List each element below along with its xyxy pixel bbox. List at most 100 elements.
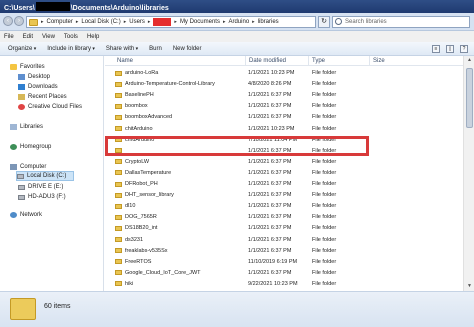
new-folder-button[interactable]: New folder	[173, 46, 202, 52]
refresh-icon[interactable]: ↻	[318, 16, 330, 28]
file-type: File folder	[312, 280, 337, 287]
nav-local-disk[interactable]: Local Disk (C:)	[16, 171, 74, 181]
menu-view[interactable]: View	[42, 34, 55, 40]
nav-desktop[interactable]: Desktop	[18, 72, 50, 82]
menu-edit[interactable]: Edit	[23, 34, 33, 40]
file-type: File folder	[312, 247, 337, 254]
menu-help[interactable]: Help	[87, 34, 99, 40]
column-header-size[interactable]: Size	[373, 58, 385, 64]
share-with-button[interactable]: Share with	[106, 46, 138, 52]
column-header-type[interactable]: Type	[312, 58, 325, 64]
file-type: File folder	[312, 125, 337, 132]
file-row[interactable]: boomboxAdvanced 1/1/2021 6:37 PM File fold…	[105, 112, 463, 123]
burn-button[interactable]: Burn	[149, 46, 162, 52]
file-row[interactable]: chitArduino 1/1/2021 10:23 PM File folder	[105, 124, 463, 135]
nav-hd-adu3[interactable]: HD-ADU3 (F:)	[18, 192, 66, 202]
include-in-library-button[interactable]: Include in library	[47, 46, 95, 52]
file-type: File folder	[312, 192, 337, 199]
breadcrumb-users[interactable]: Users	[129, 19, 145, 25]
preview-pane-icon[interactable]: ▯	[446, 45, 454, 53]
file-type: File folder	[312, 158, 337, 165]
file-name: ds3231	[125, 236, 144, 243]
breadcrumb-local-disk[interactable]: Local Disk (C:)	[81, 19, 120, 25]
file-type: File folder	[312, 269, 337, 276]
drive-icon	[18, 184, 25, 190]
file-row[interactable]: DS18B20_int 1/1/2021 6:37 PM File folder	[105, 223, 463, 234]
column-divider[interactable]	[245, 56, 246, 66]
file-name-cell: FreeRTOS	[115, 259, 151, 265]
file-date: 4/8/2020 8:26 PM	[248, 81, 292, 88]
nav-creative-cloud-label: Creative Cloud Files	[28, 104, 83, 110]
file-type: File folder	[312, 103, 337, 110]
scroll-up-icon[interactable]: ▲	[466, 57, 473, 64]
menu-file[interactable]: File	[4, 34, 14, 40]
nav-downloads[interactable]: Downloads	[18, 82, 58, 92]
file-name-cell: Arduino-Temperature-Control-Library	[115, 81, 215, 87]
column-divider[interactable]	[308, 56, 309, 66]
file-row[interactable]: Google_Cloud_IoT_Core_JWT 1/1/2021 6:37 P…	[105, 268, 463, 279]
breadcrumb-computer[interactable]: Computer	[47, 19, 73, 25]
nav-downloads-label: Downloads	[28, 84, 58, 90]
file-date: 1/1/2021 10:23 PM	[248, 70, 295, 76]
help-icon[interactable]: ?	[460, 45, 468, 53]
file-date: 1/1/2021 6:37 PM	[248, 92, 292, 99]
back-button[interactable]: ‹	[3, 16, 13, 26]
file-date: 1/1/2021 6:37 PM	[248, 103, 292, 110]
scroll-down-icon[interactable]: ▼	[466, 283, 473, 290]
folder-icon	[115, 181, 122, 187]
column-header-date[interactable]: Date modified	[249, 58, 286, 64]
redacted-username-crumb[interactable]	[153, 18, 172, 26]
menu-tools[interactable]: Tools	[64, 34, 78, 40]
file-name: boombox	[125, 103, 148, 110]
nav-drive-e[interactable]: DRIVE E (E:)	[18, 182, 63, 192]
file-row[interactable]: dl10 1/1/2021 6:37 PM File folder	[105, 201, 463, 212]
nav-network-label: Network	[20, 212, 43, 218]
nav-homegroup[interactable]: Homegroup	[10, 142, 51, 152]
address-bar[interactable]: ▸ Computer ▸ Local Disk (C:) ▸ Users ▸ ▸…	[26, 16, 316, 28]
column-header-name[interactable]: Name	[117, 58, 133, 64]
highlight-box-annotation	[105, 136, 369, 156]
nav-libraries[interactable]: Libraries	[10, 122, 43, 132]
recent-places-icon	[18, 94, 25, 100]
file-date: 1/1/2021 6:37 PM	[248, 203, 292, 210]
file-row[interactable]: ds3231 1/1/2021 6:37 PM File folder	[105, 235, 463, 246]
file-row[interactable]: Arduino-Temperature-Control-Library 4/8/2…	[105, 79, 463, 90]
file-date: 1/1/2021 6:37 PM	[248, 192, 292, 199]
search-placeholder: Search libraries	[345, 19, 387, 25]
file-name-cell: chitArduino	[115, 126, 153, 132]
breadcrumb-arduino[interactable]: Arduino	[228, 19, 249, 25]
scrollbar-thumb[interactable]	[466, 68, 473, 128]
file-date: 11/10/2019 6:19 PM	[248, 258, 298, 265]
file-name-cell: boomboxAdvanced	[115, 114, 172, 120]
nav-favorites[interactable]: Favorites	[10, 62, 45, 72]
breadcrumb-libraries[interactable]: libraries	[258, 19, 279, 25]
nav-recent-places[interactable]: Recent Places	[18, 92, 67, 102]
column-divider[interactable]	[369, 56, 370, 66]
file-date: 9/22/2021 10:23 PM	[248, 280, 298, 287]
file-row[interactable]: FreeRTOS 11/10/2019 6:19 PM File folder	[105, 257, 463, 268]
forward-button[interactable]: ›	[14, 16, 24, 26]
view-options-icon[interactable]: ≡	[432, 45, 440, 53]
file-row[interactable]: DallasTemperature 1/1/2021 6:37 PM File fo…	[105, 168, 463, 179]
column-header-row: Name Date modified Type Size	[105, 56, 463, 66]
file-row[interactable]: DHT_sensor_library 1/1/2021 6:37 PM File f…	[105, 190, 463, 201]
nav-network[interactable]: Network	[10, 210, 42, 220]
file-row[interactable]: arduino-LoRa 1/1/2021 10:23 PM File folder	[105, 68, 463, 79]
organize-button[interactable]: Organize	[8, 46, 36, 52]
file-name: freaklabs-v535Sx	[125, 247, 168, 254]
nav-favorites-label: Favorites	[20, 64, 45, 70]
file-name-cell: freaklabs-v535Sx	[115, 248, 168, 254]
file-row[interactable]: CryptoLW 1/1/2021 6:37 PM File folder	[105, 157, 463, 168]
file-row[interactable]: DOG_7565R 1/1/2021 6:37 PM File folder	[105, 212, 463, 223]
file-row[interactable]: DFRobot_PH 1/1/2021 6:37 PM File folder	[105, 179, 463, 190]
file-name-cell: boombox	[115, 103, 148, 109]
file-row[interactable]: BaselinePH 1/1/2021 6:37 PM File folder	[105, 90, 463, 101]
vertical-scrollbar[interactable]: ▲ ▼	[463, 56, 474, 291]
file-row[interactable]: freaklabs-v535Sx 1/1/2021 6:37 PM File fol…	[105, 246, 463, 257]
file-name: hiki	[125, 280, 134, 287]
search-input[interactable]: Search libraries	[332, 16, 470, 28]
file-row[interactable]: hiki 9/22/2021 10:23 PM File folder	[105, 279, 463, 290]
file-row[interactable]: boombox 1/1/2021 6:37 PM File folder	[105, 101, 463, 112]
breadcrumb-my-documents[interactable]: My Documents	[180, 19, 220, 25]
nav-creative-cloud[interactable]: Creative Cloud Files	[18, 102, 82, 112]
